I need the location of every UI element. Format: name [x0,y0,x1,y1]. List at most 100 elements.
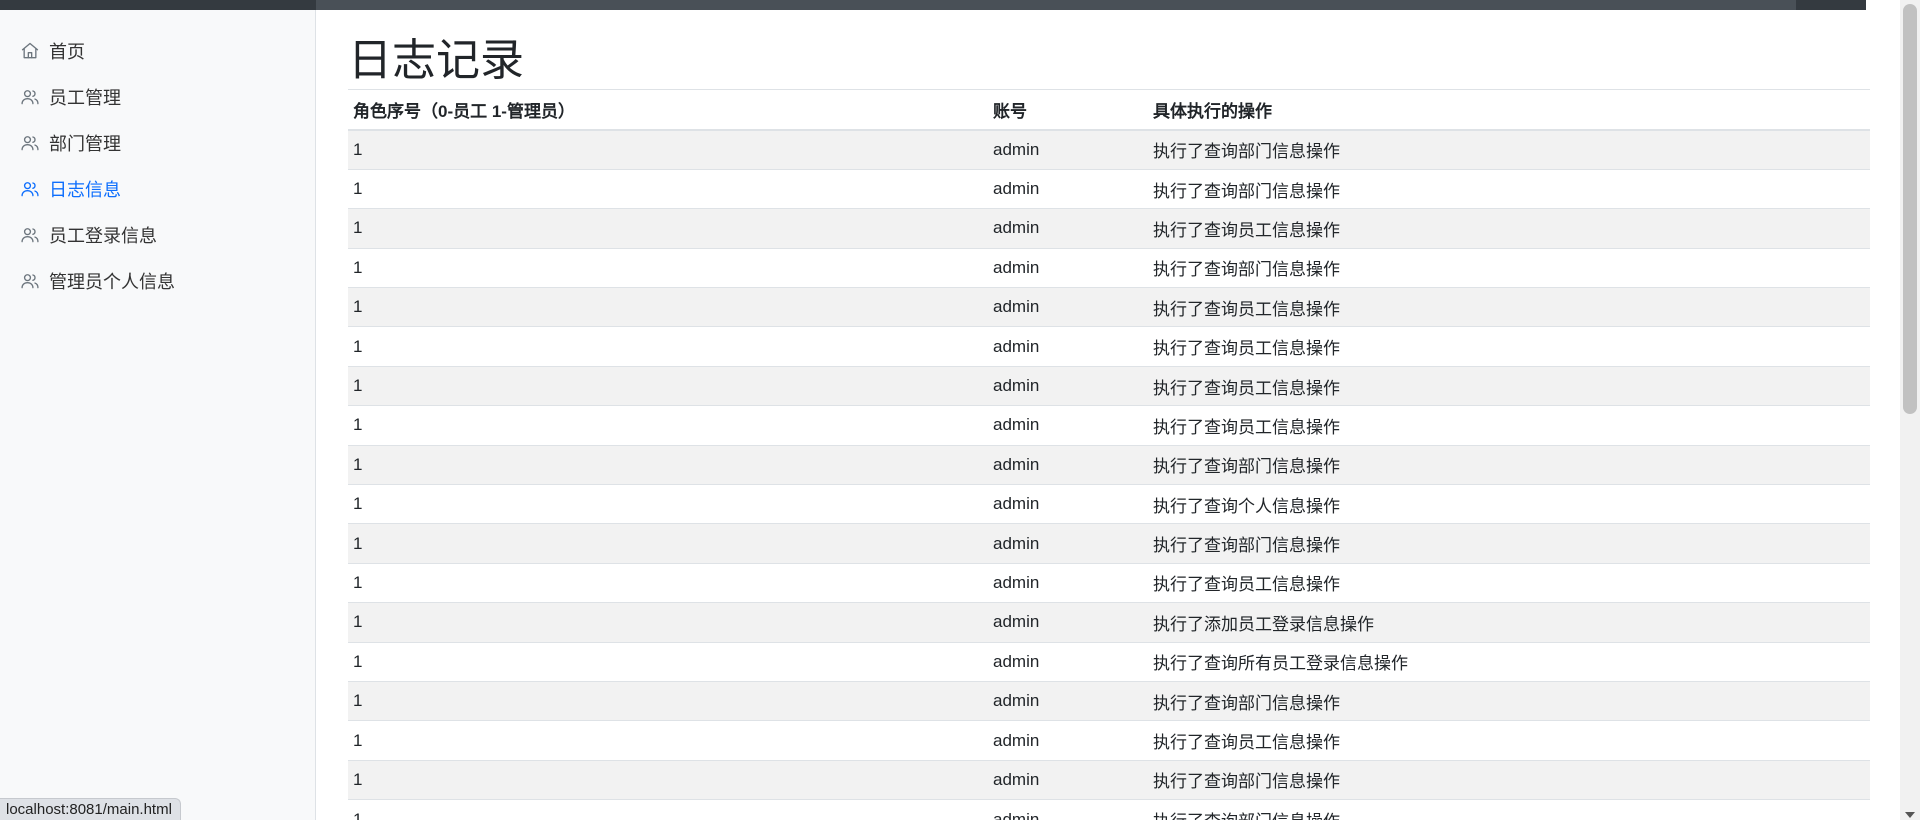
table-row: 1 admin 执行了查询员工信息操作 [348,365,1870,406]
cell-operation: 执行了查询部门信息操作 [1148,680,1870,721]
table-row: 1 admin 执行了查询个人信息操作 [348,484,1870,524]
sidebar-item-5[interactable]: 管理员个人信息 [0,258,315,304]
table-row: 1 admin 执行了添加员工登录信息操作 [348,602,1870,643]
cell-account: admin [988,523,1148,564]
cell-account: admin [988,680,1148,721]
cell-account: admin [988,405,1148,446]
cell-account: admin [988,562,1148,603]
cell-role: 1 [348,720,988,761]
cell-operation: 执行了添加员工登录信息操作 [1148,602,1870,643]
sidebar-item-0[interactable]: 首页 [0,28,315,74]
cell-account: admin [988,602,1148,643]
cell-account: admin [988,326,1148,367]
people-icon [20,225,40,245]
column-header-account: 账号 [988,90,1148,131]
cell-account: admin [988,247,1148,288]
page-title: 日志记录 [348,32,1870,90]
table-header-row: 角色序号（0-员工 1-管理员） 账号 具体执行的操作 [348,90,1870,131]
table-row: 1 admin 执行了查询员工信息操作 [348,287,1870,327]
log-table: 角色序号（0-员工 1-管理员） 账号 具体执行的操作 1 admin 执行了查询部… [348,90,1870,820]
sidebar-item-4[interactable]: 员工登录信息 [0,212,315,258]
cell-role: 1 [348,247,988,288]
table-row: 1 admin 执行了查询员工信息操作 [348,720,1870,761]
sidebar-item-label: 员工管理 [49,88,121,108]
table-row: 1 admin 执行了查询员工信息操作 [348,208,1870,249]
cell-role: 1 [348,641,988,682]
people-icon [20,133,40,153]
cell-role: 1 [348,326,988,367]
cell-account: admin [988,365,1148,406]
sidebar-item-2[interactable]: 部门管理 [0,120,315,166]
table-row: 1 admin 执行了查询所有员工登录信息操作 [348,641,1870,682]
scrollbar-thumb[interactable] [1903,4,1917,414]
cell-operation: 执行了查询部门信息操作 [1148,799,1870,820]
home-icon [20,41,40,61]
cell-role: 1 [348,799,988,820]
cell-operation: 执行了查询员工信息操作 [1148,326,1870,367]
table-row: 1 admin 执行了查询员工信息操作 [348,326,1870,367]
table-row: 1admin执行了查询部门信息操作 [348,799,1870,820]
cell-operation: 执行了查询部门信息操作 [1148,444,1870,485]
cell-role: 1 [348,208,988,249]
cell-operation: 执行了查询部门信息操作 [1148,759,1870,800]
sidebar: 首页员工管理部门管理日志信息 员工登录信息管理员个人信息 [0,10,316,820]
sidebar-item-3[interactable]: 日志信息 [0,166,315,212]
cell-account: admin [988,444,1148,485]
cell-role: 1 [348,405,988,446]
cell-role: 1 [348,287,988,327]
cell-role: 1 [348,602,988,643]
cell-role: 1 [348,168,988,209]
cell-account: admin [988,720,1148,761]
cell-operation: 执行了查询员工信息操作 [1148,405,1870,446]
column-header-role: 角色序号（0-员工 1-管理员） [348,90,988,131]
table-row: 1admin执行了查询部门信息操作 [348,523,1870,564]
cell-role: 1 [348,444,988,485]
cell-operation: 执行了查询所有员工登录信息操作 [1148,641,1870,682]
cell-role: 1 [348,484,988,524]
cell-operation: 执行了查询员工信息操作 [1148,208,1870,249]
table-row: 1admin执行了查询部门信息操作 [348,129,1870,170]
people-icon [20,87,40,107]
cell-role: 1 [348,680,988,721]
cell-account: admin [988,287,1148,327]
cell-operation: 执行了查询员工信息操作 [1148,287,1870,327]
cell-operation: 执行了查询部门信息操作 [1148,247,1870,288]
main-content: 日志记录 角色序号（0-员工 1-管理员） 账号 具体执行的操作 1 admin 执… [348,10,1870,820]
scroll-down-arrow-icon[interactable] [1905,812,1915,818]
cell-operation: 执行了查询员工信息操作 [1148,365,1870,406]
cell-operation: 执行了查询员工信息操作 [1148,562,1870,603]
people-icon [20,271,40,291]
table-row: 1admin执行了查询部门信息操作 [348,680,1870,721]
cell-account: admin [988,484,1148,524]
cell-operation: 执行了查询部门信息操作 [1148,129,1870,170]
people-icon [20,179,40,199]
cell-account: admin [988,641,1148,682]
sidebar-item-label: 部门管理 [49,134,121,154]
table-row: 1admin执行了查询部门信息操作 [348,444,1870,485]
cell-account: admin [988,168,1148,209]
page-scrollbar[interactable] [1900,0,1920,820]
table-row: 1admin执行了查询部门信息操作 [348,759,1870,800]
sidebar-nav: 首页员工管理部门管理日志信息 员工登录信息管理员个人信息 [0,10,315,304]
cell-operation: 执行了查询员工信息操作 [1148,720,1870,761]
cell-operation: 执行了查询部门信息操作 [1148,523,1870,564]
cell-account: admin [988,129,1148,170]
cell-account: admin [988,759,1148,800]
sidebar-item-label: 首页 [49,42,85,62]
cell-role: 1 [348,365,988,406]
sidebar-item-1[interactable]: 员工管理 [0,74,315,120]
top-navbar [0,0,1866,10]
status-bar-url: localhost:8081/main.html [0,798,181,820]
cell-operation: 执行了查询部门信息操作 [1148,168,1870,209]
table-row: 1 admin 执行了查询员工信息操作 [348,562,1870,603]
sidebar-item-label: 管理员个人信息 [49,272,175,292]
cell-role: 1 [348,523,988,564]
navbar-segment [316,0,1796,10]
cell-role: 1 [348,562,988,603]
table-row: 1admin执行了查询部门信息操作 [348,247,1870,288]
cell-account: admin [988,799,1148,820]
cell-role: 1 [348,759,988,800]
cell-operation: 执行了查询个人信息操作 [1148,484,1870,524]
cell-role: 1 [348,129,988,170]
cell-account: admin [988,208,1148,249]
